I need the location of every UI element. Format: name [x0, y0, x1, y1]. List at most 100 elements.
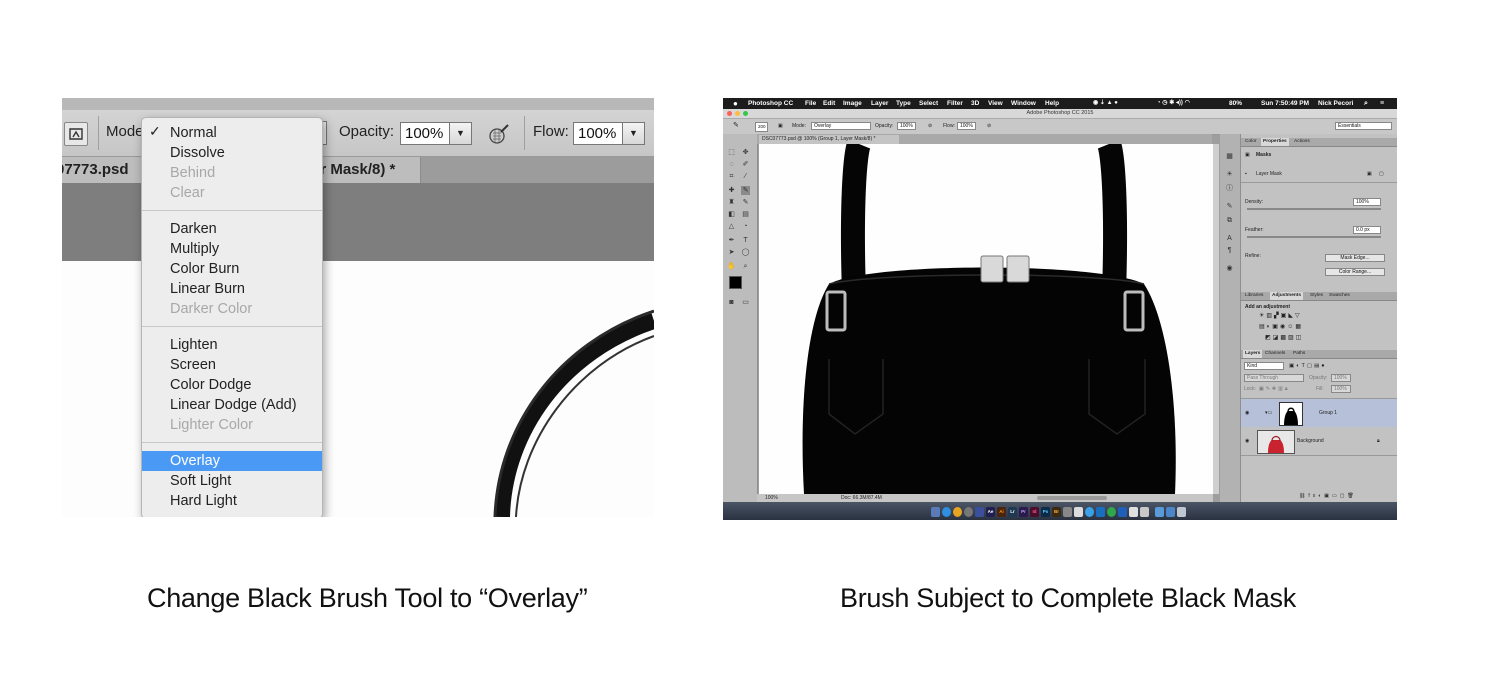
- tab-styles[interactable]: Styles: [1308, 292, 1325, 300]
- app-icon[interactable]: [975, 507, 984, 517]
- gradient-tool-icon[interactable]: ▤: [741, 210, 750, 219]
- menu-item-overlay[interactable]: Overlay: [142, 451, 322, 471]
- visibility-eye-icon[interactable]: ◉: [1245, 409, 1249, 417]
- menu-item-lighten[interactable]: Lighten: [142, 335, 322, 355]
- tab-adjustments[interactable]: Adjustments: [1270, 292, 1304, 300]
- adjustment-icons-row-1[interactable]: ☀▥▞▣◣▽: [1259, 312, 1302, 320]
- app-icon[interactable]: [964, 507, 973, 517]
- calendar-icon[interactable]: [1074, 507, 1083, 517]
- menu-layer[interactable]: Layer: [871, 98, 888, 109]
- menu-item-color-burn[interactable]: Color Burn: [142, 259, 322, 279]
- battery-status[interactable]: 80%: [1229, 98, 1242, 109]
- foreground-color-swatch[interactable]: [729, 276, 742, 289]
- brush-tool-icon[interactable]: ✎: [733, 122, 739, 130]
- app-icon[interactable]: [1063, 507, 1072, 517]
- tab-swatches[interactable]: Swatches: [1327, 292, 1352, 300]
- browser-icon[interactable]: [953, 507, 962, 517]
- indesign-icon[interactable]: Id: [1030, 507, 1039, 517]
- tab-channels[interactable]: Channels: [1263, 350, 1287, 358]
- adjustment-icons-row-3[interactable]: ◩◪▩▨◫: [1265, 334, 1303, 342]
- move-tool-icon[interactable]: ✥: [741, 148, 750, 157]
- layer-mask-thumbnail[interactable]: [1279, 402, 1303, 426]
- menu-item-hard-light[interactable]: Hard Light: [142, 491, 322, 511]
- finder-icon[interactable]: [931, 507, 940, 517]
- path-select-tool-icon[interactable]: ➤: [727, 248, 736, 257]
- menu-item-linear-dodge[interactable]: Linear Dodge (Add): [142, 395, 322, 415]
- brush-panel-icon[interactable]: ✎: [1225, 202, 1234, 211]
- tab-actions[interactable]: Actions: [1292, 138, 1312, 146]
- menu-item-color-dodge[interactable]: Color Dodge: [142, 375, 322, 395]
- opacity-dropdown-button[interactable]: ▼: [449, 122, 472, 145]
- layer-row-background[interactable]: ◉ Background 🔒︎: [1241, 427, 1397, 456]
- layer-name[interactable]: Background: [1297, 437, 1324, 445]
- menu-type[interactable]: Type: [896, 98, 911, 109]
- tab-properties[interactable]: Properties: [1261, 138, 1289, 146]
- stamp-tool-icon[interactable]: ♜: [727, 198, 736, 207]
- vector-mask-icon[interactable]: ▢: [1379, 170, 1384, 178]
- adjustments-icon[interactable]: ☀: [1225, 170, 1234, 179]
- flow-input[interactable]: 100%: [573, 122, 623, 145]
- close-window-button[interactable]: [727, 111, 732, 116]
- pixel-mask-icon[interactable]: ▣: [1367, 170, 1372, 178]
- horizontal-scrollbar[interactable]: [1037, 496, 1107, 500]
- adjustment-icons-row-2[interactable]: ▤◐▣◉☺▦: [1259, 323, 1303, 331]
- illustrator-icon[interactable]: Ai: [997, 507, 1006, 517]
- blur-tool-icon[interactable]: △: [727, 222, 736, 231]
- folder-icon[interactable]: [1155, 507, 1164, 517]
- word-icon[interactable]: [1118, 507, 1127, 517]
- menu-help[interactable]: Help: [1045, 98, 1059, 109]
- hand-tool-icon[interactable]: ✋: [727, 262, 736, 271]
- tab-paths[interactable]: Paths: [1291, 350, 1307, 358]
- character-icon[interactable]: A: [1225, 234, 1234, 243]
- flow-dropdown-button[interactable]: ▼: [622, 122, 645, 145]
- crop-tool-icon[interactable]: ⌗: [727, 172, 736, 181]
- premiere-icon[interactable]: Pr: [1019, 507, 1028, 517]
- opacity-input[interactable]: 100%: [897, 122, 916, 130]
- zoom-level[interactable]: 100%: [765, 494, 778, 502]
- fill-input[interactable]: 100%: [1331, 385, 1351, 393]
- lock-icons[interactable]: ▣✎✥▥🔒︎: [1259, 385, 1290, 393]
- chrome-icon[interactable]: [942, 507, 951, 517]
- apple-icon[interactable]: ●: [733, 98, 738, 109]
- layer-bottom-icons[interactable]: ⛓fx◐▣▭▢🗑︎: [1299, 492, 1357, 500]
- eyedropper-tool-icon[interactable]: ⁄: [741, 172, 750, 181]
- pressure-opacity-icon[interactable]: ⊘: [928, 122, 932, 130]
- visibility-eye-icon[interactable]: ◉: [1245, 437, 1249, 445]
- screen-mode-icon[interactable]: ▭: [741, 298, 750, 307]
- history-brush-tool-icon[interactable]: ✎: [741, 198, 750, 207]
- search-icon[interactable]: ⌕: [1364, 98, 1368, 109]
- menu-filter[interactable]: Filter: [947, 98, 963, 109]
- tool-preset-icon[interactable]: [64, 122, 88, 146]
- flow-input[interactable]: 100%: [957, 122, 976, 130]
- airbrush-icon[interactable]: [487, 122, 511, 146]
- airbrush-icon[interactable]: ⊘: [987, 122, 991, 130]
- brush-tool-icon[interactable]: ✎: [741, 186, 750, 195]
- lasso-tool-icon[interactable]: ◌: [727, 160, 736, 169]
- feather-slider[interactable]: [1247, 236, 1381, 238]
- clone-source-icon[interactable]: ⧉: [1225, 216, 1234, 225]
- 3d-icon[interactable]: ◉: [1225, 264, 1234, 273]
- tab-color[interactable]: Color: [1243, 138, 1258, 146]
- menu-view[interactable]: View: [988, 98, 1003, 109]
- layer-filter-select[interactable]: Kind: [1244, 362, 1284, 370]
- document-tab[interactable]: 07773.psd: [62, 157, 149, 183]
- marquee-tool-icon[interactable]: ⬚: [727, 148, 736, 157]
- app-icon[interactable]: [1129, 507, 1138, 517]
- layer-name[interactable]: Group 1: [1319, 409, 1337, 417]
- type-tool-icon[interactable]: T: [741, 236, 750, 245]
- after-effects-icon[interactable]: Ae: [986, 507, 995, 517]
- tab-layers[interactable]: Layers: [1243, 350, 1263, 358]
- downloads-icon[interactable]: [1166, 507, 1175, 517]
- opacity-input[interactable]: 100%: [400, 122, 450, 145]
- color-range-button[interactable]: Color Range...: [1325, 268, 1385, 276]
- history-icon[interactable]: ▦: [1225, 152, 1234, 161]
- folder-icon[interactable]: ▾▭: [1265, 409, 1272, 417]
- zoom-window-button[interactable]: [743, 111, 748, 116]
- minimize-window-button[interactable]: [735, 111, 740, 116]
- app-icon[interactable]: [1140, 507, 1149, 517]
- layer-thumbnail[interactable]: [1257, 430, 1295, 454]
- menu-item-normal[interactable]: Normal: [142, 123, 322, 143]
- trash-icon[interactable]: [1177, 507, 1186, 517]
- app-menu[interactable]: Photoshop CC: [748, 98, 793, 109]
- workspace-select[interactable]: Essentials: [1335, 122, 1392, 130]
